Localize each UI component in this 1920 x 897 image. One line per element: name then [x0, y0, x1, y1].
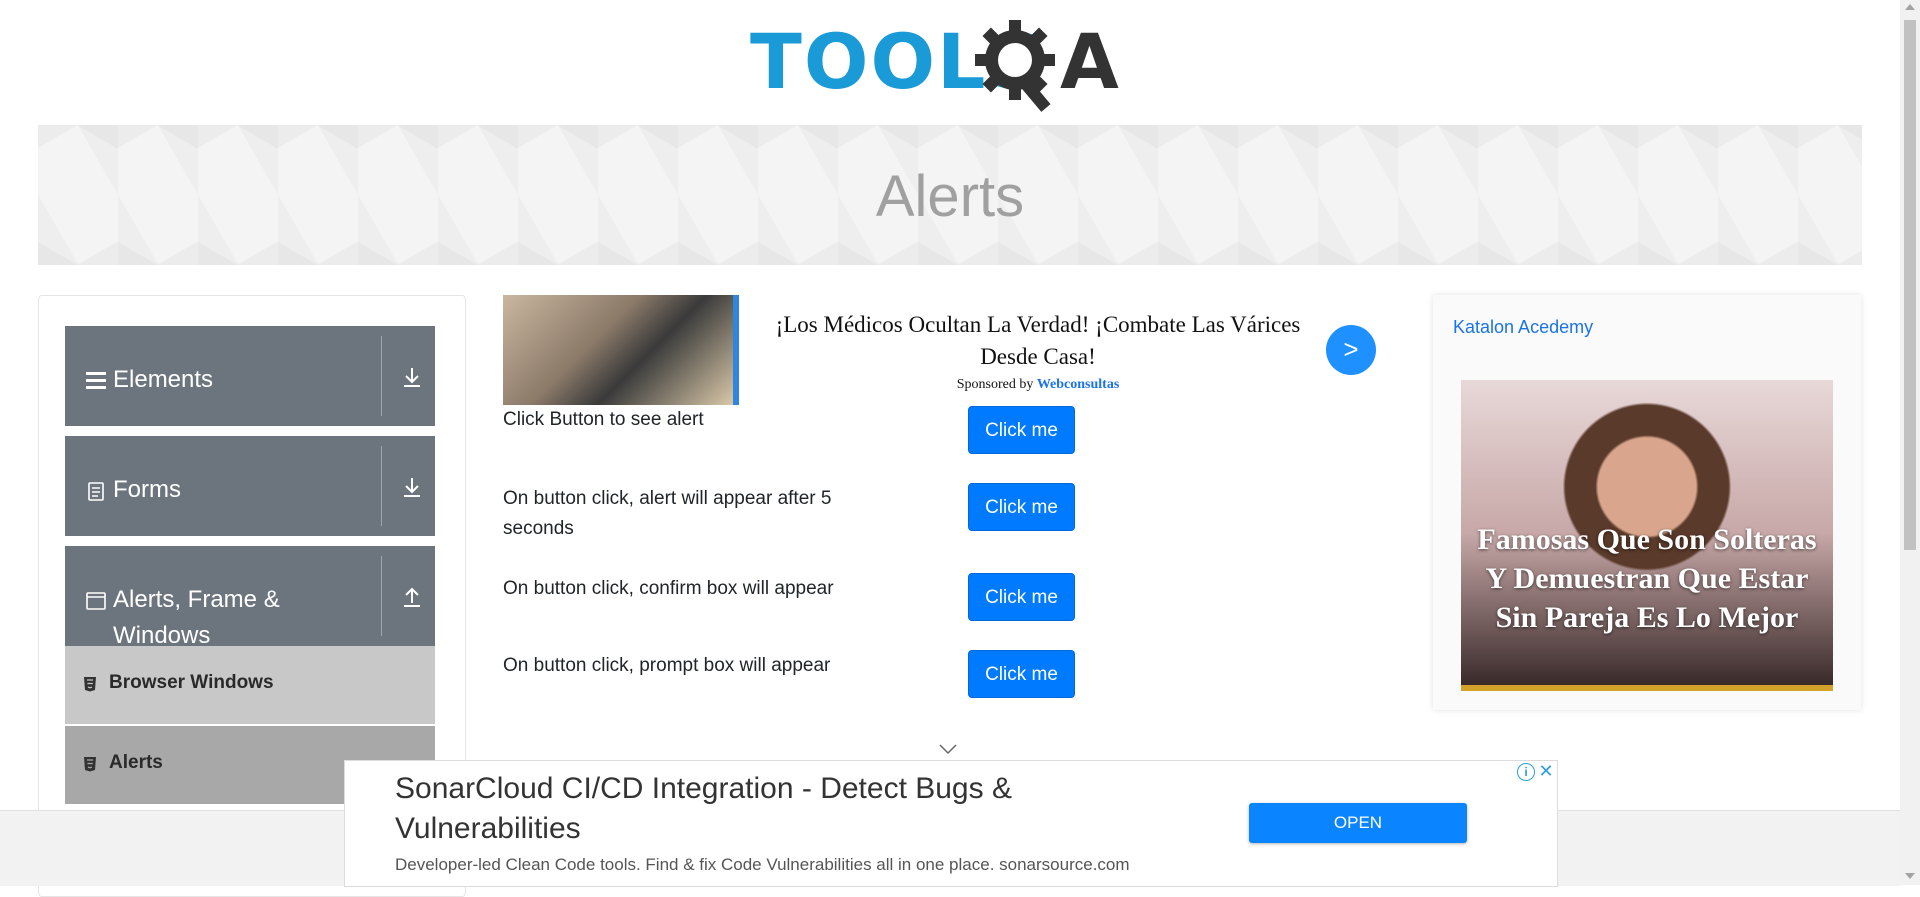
right-sidebar-ad[interactable]: Katalon Acedemy Famosas Que Son Solteras… — [1433, 295, 1861, 710]
ad-photo[interactable]: Famosas Que Son Solteras Y Demuestran Qu… — [1461, 380, 1833, 691]
scroll-up-arrow-icon[interactable] — [1905, 4, 1915, 10]
alert-row-label: Click Button to see alert — [503, 409, 704, 430]
upload-arrow-icon — [404, 587, 420, 607]
divider — [381, 556, 382, 636]
divider — [381, 446, 382, 526]
close-icon[interactable]: ✕ — [1537, 762, 1555, 780]
open-button[interactable]: OPEN — [1249, 803, 1467, 843]
bottom-banner-ad[interactable]: SonarCloud CI/CD Integration - Detect Bu… — [344, 760, 1558, 887]
ad-caption: Famosas Que Son Solteras Y Demuestran Qu… — [1477, 523, 1817, 634]
download-arrow-icon — [404, 478, 420, 497]
ad-sponsor-line: Sponsored by Webconsultas — [773, 377, 1303, 393]
sponsored-ad-top[interactable]: ¡Los Médicos Ocultan La Verdad! ¡Combate… — [503, 295, 1378, 405]
hamburger-icon — [86, 372, 106, 389]
download-arrow-icon — [404, 368, 420, 387]
info-icon[interactable]: i — [1517, 763, 1535, 781]
sidebar-item-label: Browser Windows — [109, 672, 274, 693]
bottom-ad-description: Developer-led Clean Code tools. Find & f… — [395, 855, 1130, 874]
nav-group-forms[interactable]: Forms — [65, 436, 435, 536]
prompt-row-label: On button click, prompt box will appear — [503, 655, 831, 676]
ad-image[interactable] — [503, 295, 739, 405]
bottom-ad-title[interactable]: SonarCloud CI/CD Integration - Detect Bu… — [395, 769, 1155, 849]
scroll-down-arrow-icon[interactable] — [1905, 873, 1915, 879]
html5-icon — [84, 677, 96, 692]
sidebar-item-label: Alerts — [109, 752, 163, 773]
alert-button[interactable]: Click me — [968, 406, 1075, 454]
page-banner: Alerts — [38, 125, 1862, 265]
toolsqa-logo[interactable]: TOOLS A — [750, 17, 1150, 114]
logo-text-a: A — [1060, 18, 1119, 106]
nav-group-label-line1: Alerts, Frame & — [113, 586, 280, 613]
confirm-row-label: On button click, confirm box will appear — [503, 578, 834, 599]
timer-alert-button[interactable]: Click me — [968, 483, 1075, 531]
timer-alert-row-label: On button click, alert will appear after… — [503, 488, 832, 539]
divider — [381, 336, 382, 416]
window-icon — [86, 592, 106, 610]
ad-headline[interactable]: ¡Los Médicos Ocultan La Verdad! ¡Combate… — [773, 309, 1303, 373]
nav-group-label-line2: Windows — [113, 622, 211, 649]
broken-image-alt-text[interactable]: Katalon Acedemy — [1453, 317, 1593, 338]
nav-group-label: Elements — [113, 366, 214, 393]
ad-sponsor-prefix: Sponsored by — [956, 377, 1034, 392]
nav-group-elements[interactable]: Elements — [65, 326, 435, 426]
nav-group-alerts-frame-windows[interactable]: Alerts, Frame & Windows — [65, 546, 435, 649]
vertical-scrollbar[interactable] — [1900, 0, 1920, 885]
scrollbar-thumb[interactable] — [1904, 20, 1916, 550]
sidebar-item-browser-windows[interactable]: Browser Windows — [65, 646, 435, 724]
confirm-button[interactable]: Click me — [968, 573, 1075, 621]
ad-next-button[interactable]: > — [1326, 325, 1376, 375]
nav-group-label: Alerts, Frame & Windows — [113, 582, 280, 654]
page-title: Alerts — [875, 164, 1025, 229]
ad-sponsor-name[interactable]: Webconsultas — [1037, 377, 1119, 392]
html5-icon — [84, 757, 96, 772]
prompt-button[interactable]: Click me — [968, 650, 1075, 698]
nav-group-label: Forms — [113, 476, 181, 503]
document-icon — [88, 482, 104, 501]
chevron-down-icon[interactable] — [938, 743, 958, 755]
